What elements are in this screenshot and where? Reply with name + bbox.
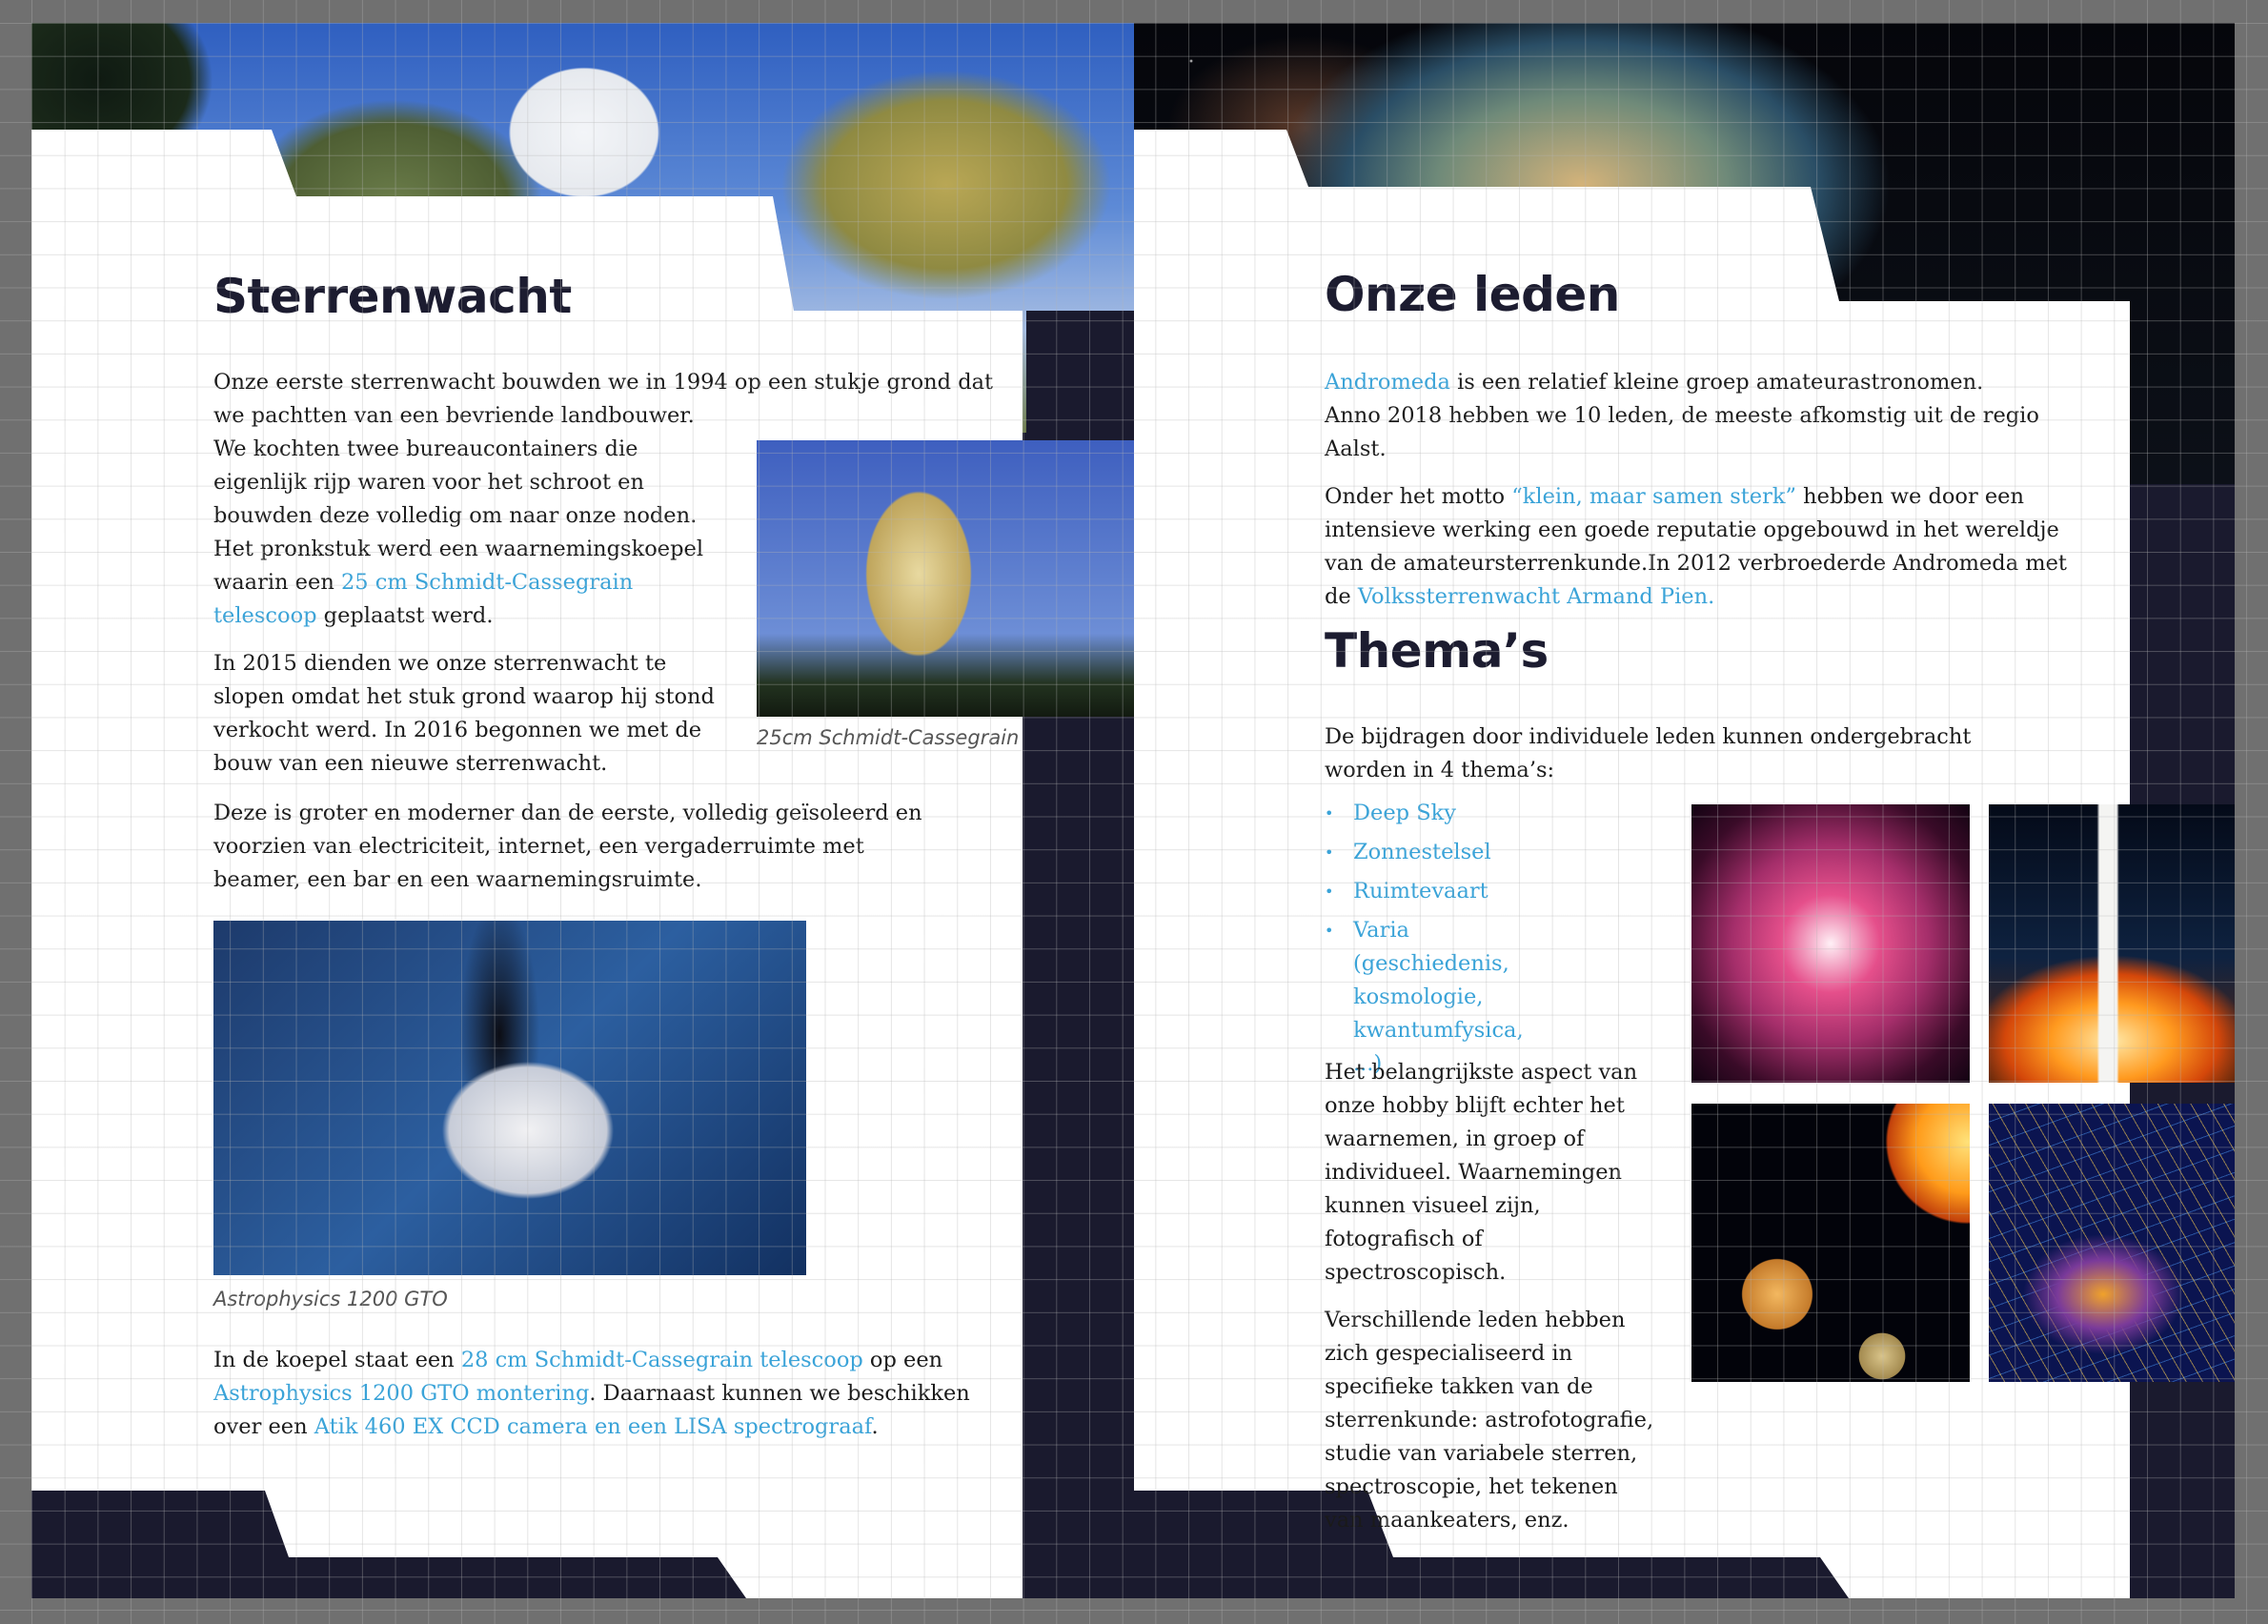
section-title-themes: Thema’s — [1325, 623, 1549, 679]
paragraph-5-text: In de koepel staat een — [213, 1348, 461, 1372]
camera-link[interactable]: Atik 460 EX CCD camera en een LISA spect… — [314, 1414, 872, 1439]
mount-link[interactable]: Astrophysics 1200 GTO montering — [213, 1381, 589, 1406]
page-right: Onze leden Andromeda is een relatief kle… — [1134, 23, 2235, 1598]
observing-text: Het belangrijkste aspect van onze hobby … — [1325, 1056, 1658, 1552]
paragraph-1: Onze eerste sterrenwacht bouwden we in 1… — [213, 370, 994, 428]
page-left: Sterrenwacht Onze eerste sterrenwacht bo… — [31, 23, 1134, 1598]
section-title-members: Onze leden — [1325, 267, 1620, 322]
volkssterrenwacht-link[interactable]: Volkssterrenwacht Armand Pien. — [1358, 584, 1714, 609]
theme-solar-system[interactable]: Zonnestelsel — [1325, 836, 1553, 869]
motto-link[interactable]: “klein, maar samen sterk” — [1511, 484, 1796, 509]
caption-astrophysics: Astrophysics 1200 GTO — [213, 1288, 448, 1310]
rocket-launch-photo[interactable] — [1989, 804, 2235, 1083]
paragraph-2-end: geplaatst werd. — [316, 603, 494, 628]
motto-text: Onder het motto — [1325, 484, 1512, 509]
theme-deep-sky[interactable]: Deep Sky — [1325, 797, 1553, 830]
page-title: Sterrenwacht — [213, 269, 572, 324]
themes-intro-text: De bijdragen door individuele leden kunn… — [1325, 724, 1972, 782]
observing-paragraph: Het belangrijkste aspect van onze hobby … — [1325, 1060, 1638, 1285]
solar-system-photo[interactable] — [1691, 1104, 1970, 1382]
telescope-28cm-link[interactable]: 28 cm Schmidt-Cassegrain telescoop — [461, 1348, 863, 1372]
paragraph-5-end: . — [871, 1414, 879, 1439]
paragraph-5-mid: op een — [862, 1348, 943, 1372]
paragraph-4: Deze is groter en moderner dan de eerste… — [213, 801, 922, 892]
schmidt-cassegrain-photo[interactable] — [757, 440, 1134, 717]
theme-spaceflight[interactable]: Ruimtevaart — [1325, 875, 1553, 908]
paragraph-3: In 2015 dienden we onze sterrenwacht te … — [213, 651, 715, 776]
document-spread: Sterrenwacht Onze eerste sterrenwacht bo… — [31, 23, 2235, 1598]
andromeda-link[interactable]: Andromeda — [1325, 370, 1450, 395]
astrophysics-gto-photo[interactable] — [213, 921, 806, 1275]
members-line-1: is een relatief kleine groep amateurastr… — [1449, 370, 1984, 395]
equipment-paragraph: In de koepel staat een 28 cm Schmidt-Cas… — [213, 1344, 995, 1458]
themes-intro: De bijdragen door individuele leden kunn… — [1325, 721, 2049, 802]
particle-collision-photo[interactable] — [1989, 1104, 2235, 1382]
specialisation-paragraph: Verschillende leden hebben zich gespecia… — [1325, 1308, 1654, 1533]
members-line-2: Anno 2018 hebben we 10 leden, de meeste … — [1325, 403, 2039, 461]
themes-list: Deep Sky Zonnestelsel Ruimtevaart Varia … — [1325, 797, 1553, 1086]
containers-paragraph: We kochten twee bureaucontainers die eig… — [213, 433, 728, 795]
caption-schmidt-cassegrain: 25cm Schmidt-Cassegrain — [757, 726, 1020, 749]
members-text: Andromeda is een relatief kleine groep a… — [1325, 366, 2068, 628]
rosette-nebula-photo[interactable] — [1691, 804, 1970, 1083]
new-observatory-paragraph: Deze is groter en moderner dan de eerste… — [213, 797, 957, 911]
